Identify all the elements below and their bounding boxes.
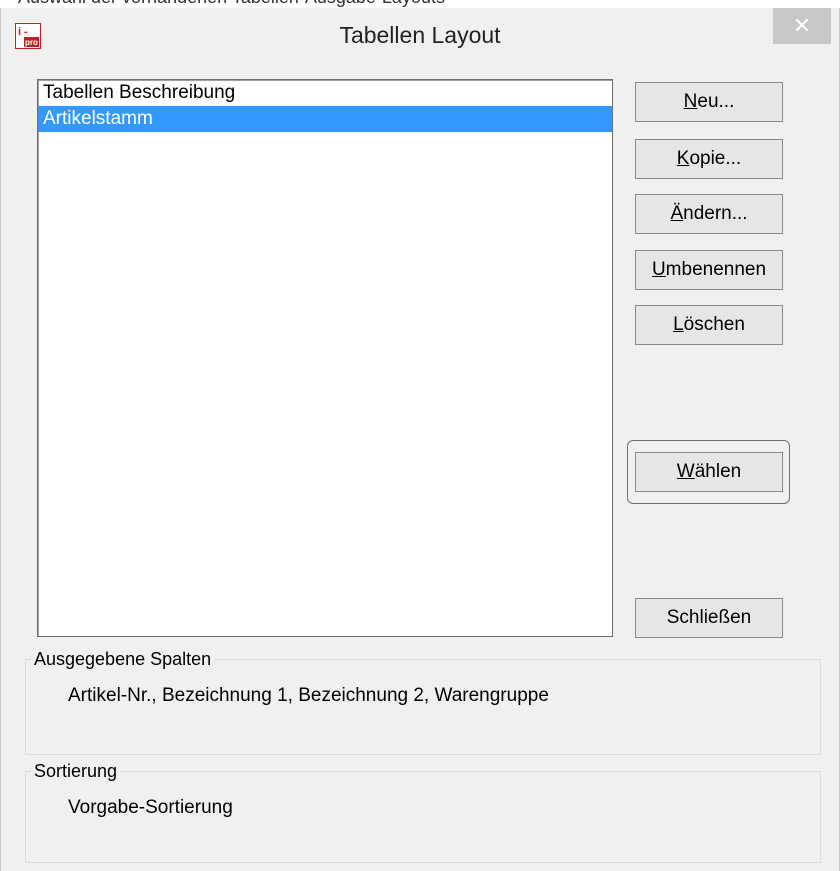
waehlen-label: ählen bbox=[694, 461, 742, 482]
schliessen-label: Schließen bbox=[666, 607, 752, 628]
list-item[interactable]: Tabellen Beschreibung bbox=[38, 80, 612, 106]
schliessen-button[interactable]: Schließen bbox=[635, 598, 783, 638]
spalten-value: Artikel-Nr., Bezeichnung 1, Bezeichnung … bbox=[68, 685, 549, 706]
window-title: Tabellen Layout bbox=[339, 22, 501, 48]
layout-listbox[interactable]: Tabellen Beschreibung Artikelstamm bbox=[37, 79, 613, 637]
kopie-button[interactable]: Kopie... bbox=[635, 139, 783, 179]
aendern-accel: Ä bbox=[670, 203, 684, 224]
kopie-label: opie... bbox=[689, 148, 742, 169]
umbenennen-button[interactable]: Umbenennen bbox=[635, 250, 783, 290]
loeschen-accel: L bbox=[673, 314, 684, 335]
title-bar: i - pro Tabellen Layout ✕ bbox=[1, 8, 839, 64]
neu-accel: N bbox=[683, 91, 698, 112]
neu-label: eu... bbox=[697, 91, 735, 112]
sortierung-group-label: Sortierung bbox=[31, 761, 121, 782]
spalten-group-label: Ausgegebene Spalten bbox=[31, 649, 215, 670]
close-button[interactable]: ✕ bbox=[773, 8, 831, 44]
umbenennen-accel: U bbox=[651, 259, 666, 280]
aendern-label: ndern... bbox=[683, 203, 748, 224]
loeschen-button[interactable]: Löschen bbox=[635, 305, 783, 345]
aendern-button[interactable]: Ändern... bbox=[635, 194, 783, 234]
loeschen-label: öschen bbox=[683, 314, 745, 335]
spalten-groupbox: Ausgegebene Spalten Artikel-Nr., Bezeich… bbox=[25, 649, 821, 755]
list-item-selected[interactable]: Artikelstamm bbox=[38, 106, 612, 132]
close-icon: ✕ bbox=[792, 13, 812, 38]
umbenennen-label: mbenennen bbox=[665, 259, 767, 280]
background-caption-text: Auswahl der vorhandenen Tabellen-Ausgabe… bbox=[18, 0, 445, 8]
dialog-window: i - pro Tabellen Layout ✕ Tabellen Besch… bbox=[0, 8, 840, 871]
sortierung-value: Vorgabe-Sortierung bbox=[68, 797, 233, 818]
waehlen-button[interactable]: Wählen bbox=[635, 452, 783, 492]
neu-button[interactable]: Neu... bbox=[635, 82, 783, 122]
waehlen-accel: W bbox=[676, 461, 695, 482]
kopie-accel: K bbox=[676, 148, 690, 169]
sortierung-groupbox: Sortierung Vorgabe-Sortierung bbox=[25, 761, 821, 863]
